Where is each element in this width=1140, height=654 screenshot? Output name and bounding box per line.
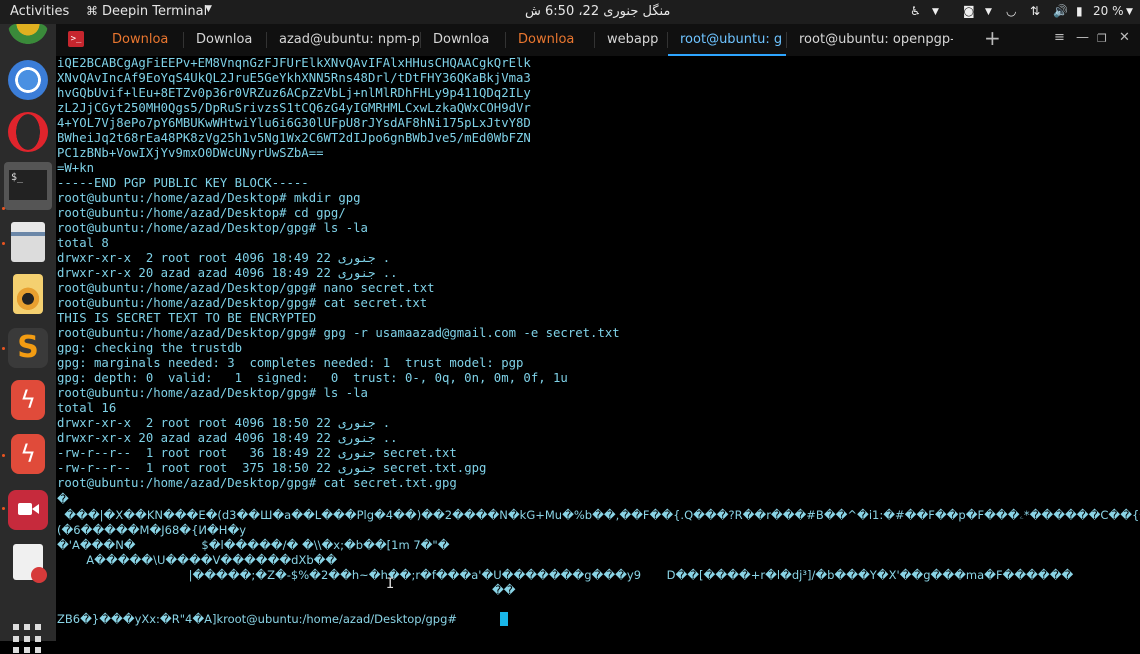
terminal-line: PC1zBNb+VowIXjYv9mxO0DWcUNyrUwSZbA== [57, 146, 324, 160]
binary-output-line: (�6�����M�J68�{И�H�y [57, 523, 247, 537]
text-editor-icon[interactable] [13, 544, 47, 583]
system-menu-arrow-icon[interactable]: ▼ [1126, 7, 1133, 17]
terminal-line: -----END PGP PUBLIC KEY BLOCK----- [57, 176, 309, 190]
terminal-line: -rw-r--r-- 1 root root 375 جنوری 22 18:5… [57, 461, 487, 475]
running-indicator [2, 242, 5, 245]
tab-downloads-1[interactable]: Downloa [100, 24, 188, 56]
files-icon[interactable] [11, 222, 45, 262]
show-applications-icon[interactable] [13, 624, 43, 654]
terminal-line: root@ubuntu:/home/azad/Desktop/gpg# cat … [57, 476, 457, 490]
terminal-line: =W+kn [57, 161, 95, 175]
terminal-line: -rw-r--r-- 1 root root 36 جنوری 22 18:49… [57, 446, 457, 460]
terminal-line: drwxr-xr-x 20 azad azad 4096 جنوری 22 18… [57, 266, 398, 280]
tab-root-gpg[interactable]: root@ubuntu: g [668, 24, 786, 56]
chrome-icon[interactable] [8, 24, 48, 44]
binary-output-line: ���|�X��KN���E�(d3��Ш�a��L���Plg�4��)��2… [64, 508, 1140, 522]
opera-icon[interactable] [8, 112, 48, 152]
tab-npm-pro[interactable]: azad@ubuntu: npm-pro [267, 24, 420, 56]
terminal-line: total 8 [57, 236, 109, 250]
new-tab-icon[interactable]: + [984, 26, 1001, 50]
network-icon[interactable]: ⇅ [1030, 4, 1040, 18]
terminal-dock-icon[interactable]: $_ [4, 162, 52, 210]
mouse-ibeam-icon: I [386, 576, 395, 592]
screen-recorder-icon[interactable] [8, 490, 48, 530]
terminal-output[interactable]: iQE2BCABCgAgFiEEPv+EM8VnqnGzFJFUrElkXNvQ… [56, 56, 1140, 641]
terminal-line: root@ubuntu:/home/azad/Desktop/gpg# ls -… [57, 386, 368, 400]
terminal-line: gpg: depth: 0 valid: 1 signed: 0 trust: … [57, 371, 568, 385]
app-menu-arrow-icon[interactable]: ▼ [205, 4, 212, 14]
terminal-line: gpg: marginals needed: 3 completes neede… [57, 356, 524, 370]
terminal-line: drwxr-xr-x 2 root root 4096 جنوری 22 18:… [57, 416, 391, 430]
battery-icon[interactable]: ▮ [1076, 4, 1083, 18]
terminal-line: zL2JjCGyt250MH0Qgs5/DpRuSrivzsS1tCQ6zG4y… [57, 101, 531, 115]
terminal-line: iQE2BCABCgAgFiEEPv+EM8VnqnGzFJFUrElkXNvQ… [57, 56, 531, 70]
terminal-line: gpg: checking the trustdb [57, 341, 243, 355]
prompt-line: ZB6�}���yXx:�R"4�A]kroot@ubuntu:/home/az… [57, 612, 461, 626]
camera-arrow-icon[interactable]: ▼ [985, 7, 992, 17]
binary-output-line: |�����;�Z�-$%�2��h~�h��;r�f���a'�U������… [57, 568, 1074, 582]
terminal-line: root@ubuntu:/home/azad/Desktop/gpg# ls -… [57, 221, 368, 235]
top-panel: Activities ⌘ Deepin Terminal ▼ منگل جنور… [0, 0, 1140, 24]
running-indicator [2, 347, 5, 350]
terminal-line: THIS IS SECRET TEXT TO BE ENCRYPTED [57, 311, 317, 325]
terminal-line: root@ubuntu:/home/azad/Desktop/gpg# gpg … [57, 326, 620, 340]
terminal-line: root@ubuntu:/home/azad/Desktop# cd gpg/ [57, 206, 346, 220]
terminal-logo-icon: >_ [68, 31, 84, 47]
restore-icon[interactable]: ❐ [1097, 32, 1107, 45]
terminal-line: root@ubuntu:/home/azad/Desktop/gpg# nano… [57, 281, 435, 295]
accessibility-icon[interactable]: ♿ [910, 4, 921, 18]
rhythmbox-icon[interactable] [13, 274, 43, 314]
activities-button[interactable]: Activities [10, 4, 69, 19]
terminal-line: hvGQbUvif+lEu+8ETZv0p36r0VRZuz6ACpZzVbLj… [57, 86, 531, 100]
terminal-line: root@ubuntu:/home/azad/Desktop# mkdir gp… [57, 191, 361, 205]
terminal-line: XNvQAvIncAf9EoYqS4UkQL2JruE5GeYkhXNN5Rns… [57, 71, 531, 85]
volume-icon[interactable]: 🔊 [1053, 4, 1068, 18]
terminal-app-icon: ⌘ [86, 4, 98, 18]
camera-icon[interactable]: ◙ [963, 4, 975, 18]
accessibility-arrow-icon[interactable]: ▼ [932, 7, 939, 17]
running-indicator [2, 207, 5, 210]
dock: $_ S ϟ ϟ [0, 24, 56, 654]
terminal-line: 4+YOL7Vj8ePo7pY6MBUKwWHtwiYlu6i6G30lUFpU… [57, 116, 531, 130]
battery-percent[interactable]: 20 % [1093, 4, 1124, 18]
terminal-line: drwxr-xr-x 2 root root 4096 جنوری 22 18:… [57, 251, 391, 265]
binary-output-line: �� [57, 583, 516, 597]
minimize-icon[interactable]: — [1076, 30, 1089, 45]
running-indicator [2, 454, 5, 457]
terminal-line: drwxr-xr-x 20 azad azad 4096 جنوری 22 18… [57, 431, 398, 445]
tab-bar: >_ Downloa Downloa azad@ubuntu: npm-pro … [56, 24, 1140, 56]
tab-downloads-3[interactable]: Downloa [421, 24, 505, 56]
sublime-text-icon[interactable]: S [8, 328, 48, 368]
tab-downloads-2[interactable]: Downloa [184, 24, 267, 56]
binary-output-line: A�����\U����V������dXb�� [57, 553, 338, 567]
clock[interactable]: منگل جنوری 22، 6:50 ش [525, 4, 670, 19]
terminal-line: root@ubuntu:/home/azad/Desktop/gpg# cat … [57, 296, 428, 310]
tab-downloads-4[interactable]: Downloa [506, 24, 594, 56]
wifi-icon[interactable]: ◡ [1006, 4, 1016, 18]
binary-output-line: � [57, 492, 69, 506]
filezilla-icon-2[interactable]: ϟ [11, 434, 45, 474]
tab-openpgp-rev[interactable]: root@ubuntu: openpgp-rev [787, 24, 953, 56]
close-icon[interactable]: ✕ [1119, 30, 1130, 45]
chromium-icon[interactable] [8, 60, 48, 100]
filezilla-icon[interactable]: ϟ [11, 380, 45, 420]
running-indicator [2, 507, 5, 510]
binary-output-line: �'A���N� $�l�����/� �\\�x;�b��[1m 7�"� [57, 538, 450, 552]
terminal-line: total 16 [57, 401, 117, 415]
text-cursor [500, 612, 508, 626]
app-menu[interactable]: Deepin Terminal [102, 4, 207, 19]
menu-icon[interactable]: ≡ [1054, 30, 1065, 45]
tab-webapp[interactable]: webapp [595, 24, 667, 56]
terminal-line: BWheiJq2t68rEa48PK8zVg25h1v5Ng1Wx2C6WT2d… [57, 131, 531, 145]
